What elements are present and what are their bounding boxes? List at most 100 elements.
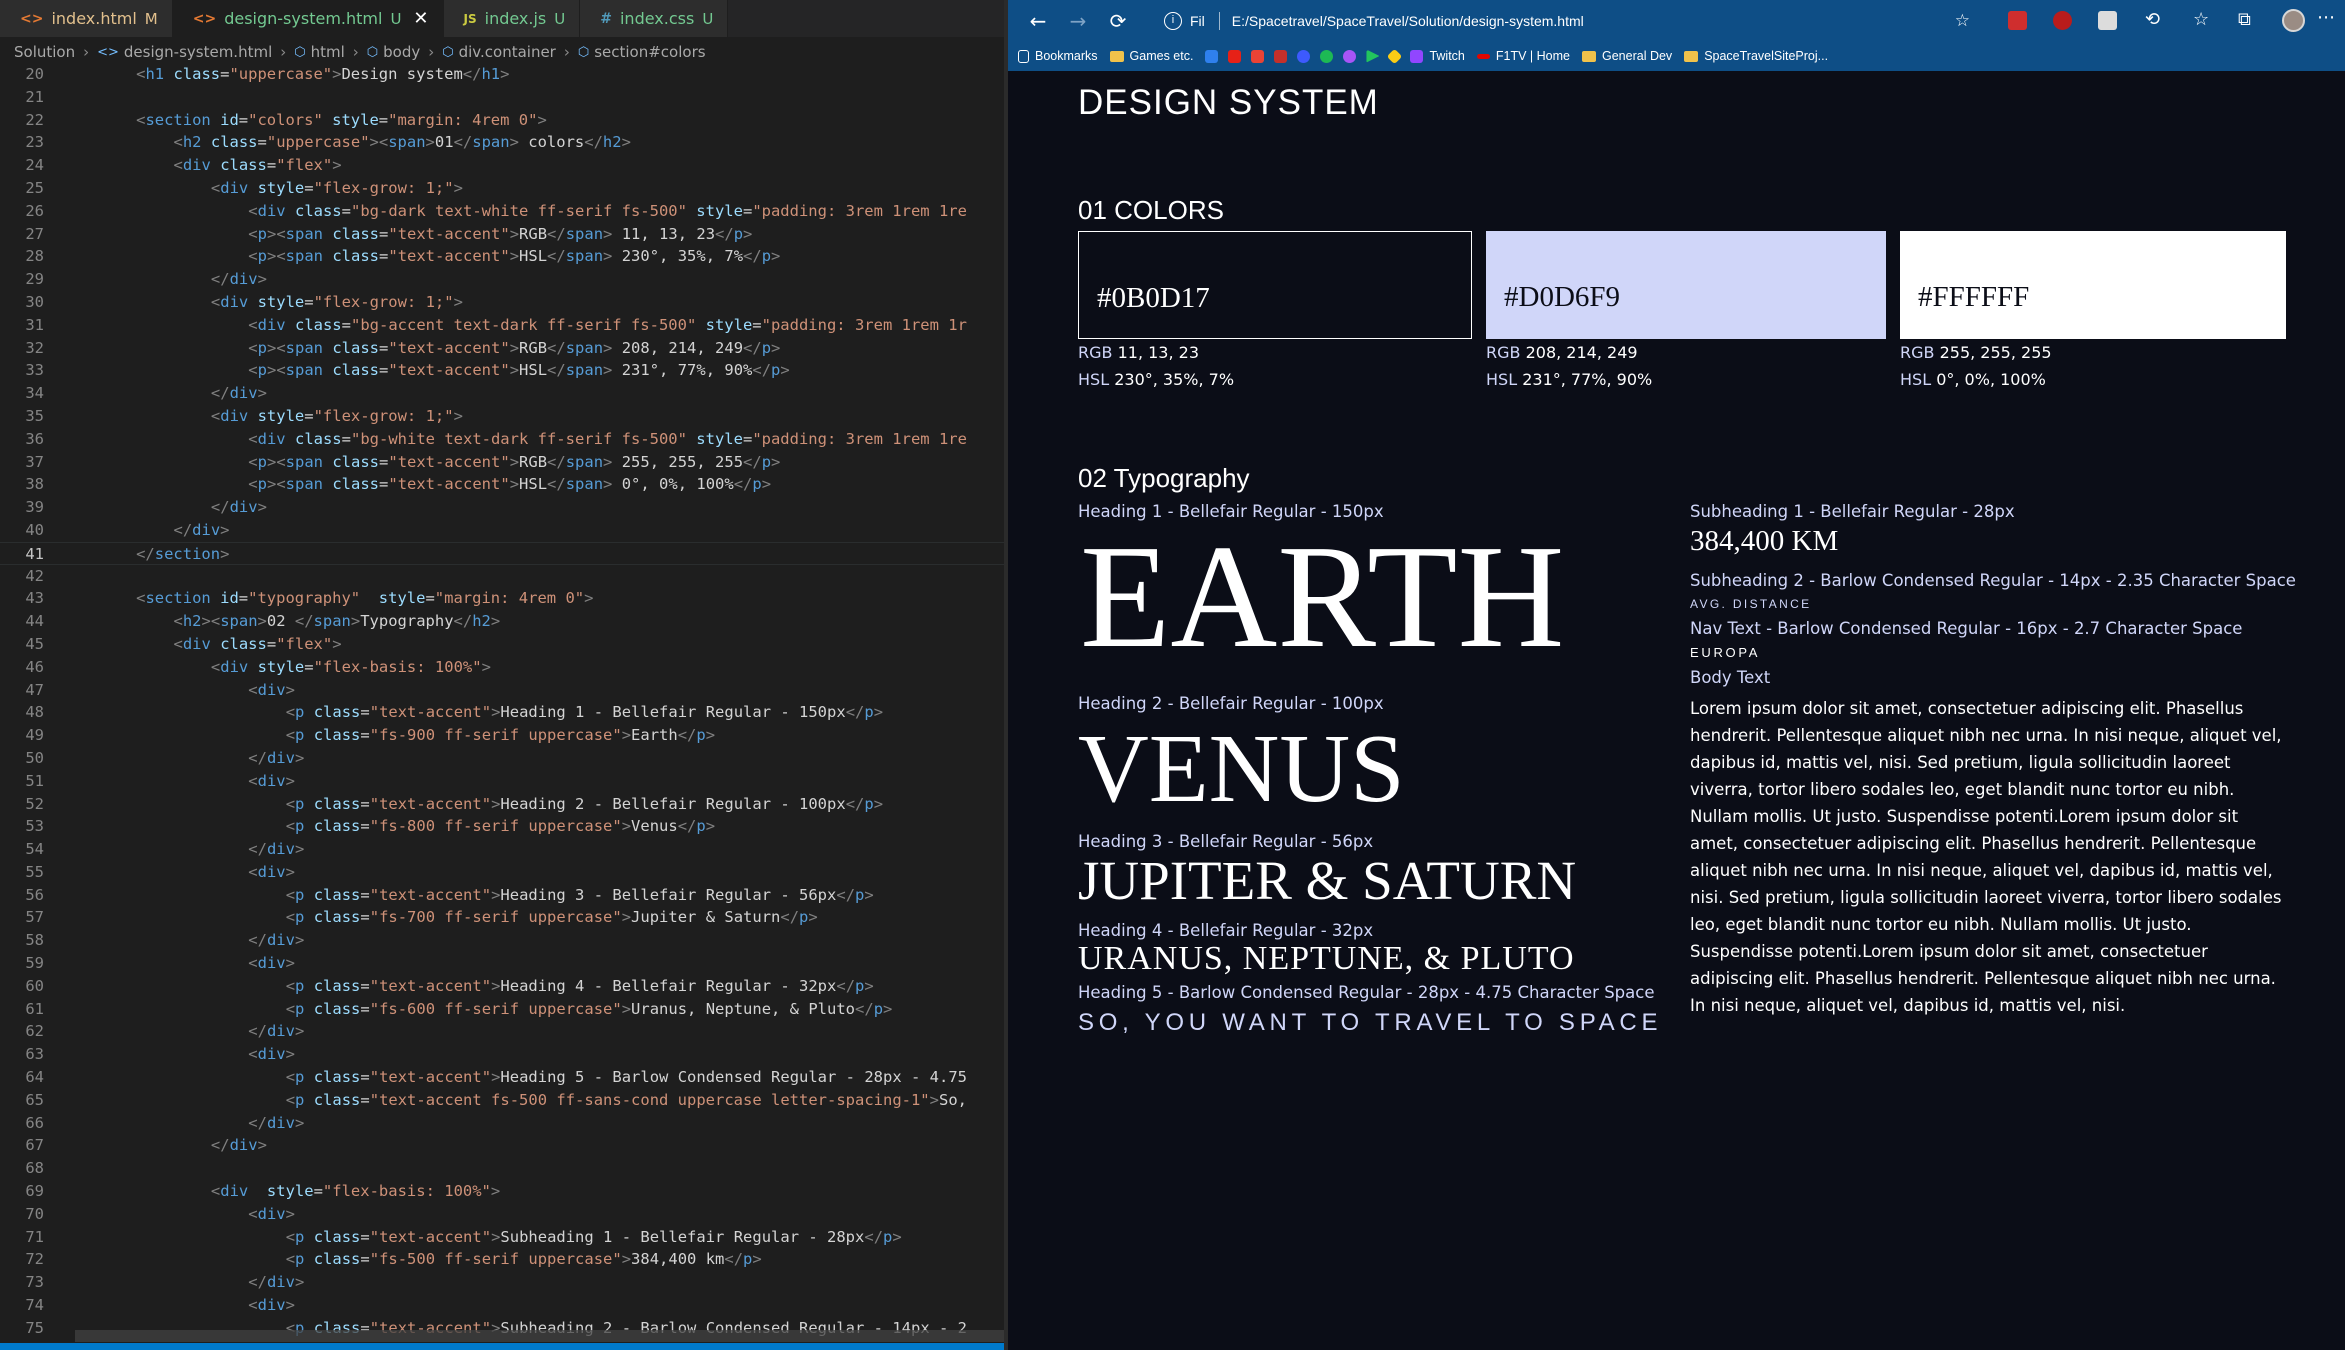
code-line[interactable]: 27 <p><span class="text-accent">RGB</span… [0, 223, 1004, 246]
code-line[interactable]: 55 <div> [0, 861, 1004, 884]
code-line[interactable]: 50 </div> [0, 747, 1004, 770]
onedrive-icon[interactable] [1205, 49, 1219, 63]
code-line[interactable]: 69 <div style="flex-basis: 100%"> [0, 1180, 1004, 1203]
close-icon[interactable]: ✕ [413, 8, 428, 29]
code-line[interactable]: 34 </div> [0, 382, 1004, 405]
code-area[interactable]: 20 <h1 class="uppercase">Design system</h… [0, 63, 1004, 1343]
code-line[interactable]: 66 </div> [0, 1112, 1004, 1135]
code-line[interactable]: 53 <p class="fs-800 ff-serif uppercase">V… [0, 815, 1004, 838]
bookmark-folder-general-dev[interactable]: General Dev [1582, 49, 1672, 63]
breadcrumb-item[interactable]: design-system.html [124, 43, 272, 61]
youtube-icon[interactable] [1228, 49, 1242, 63]
code-line[interactable]: 38 <p><span class="text-accent">HSL</span… [0, 473, 1004, 496]
breadcrumb-item[interactable]: Solution [14, 43, 75, 61]
breadcrumb-item[interactable]: div.container [459, 43, 556, 61]
extension-icon[interactable] [2098, 11, 2117, 30]
gmail-icon[interactable] [1251, 49, 1265, 63]
bookmark-site-icon[interactable] [1343, 49, 1357, 63]
code-line[interactable]: 22 <section id="colors" style="margin: 4r… [0, 109, 1004, 132]
extension-icon[interactable] [2008, 11, 2027, 30]
more-options-icon[interactable]: ⋯ [2317, 7, 2335, 28]
code-line[interactable]: 47 <div> [0, 679, 1004, 702]
info-icon[interactable]: i [1164, 11, 1182, 30]
code-line[interactable]: 29 </div> [0, 268, 1004, 291]
code-line[interactable]: 68 [0, 1157, 1004, 1180]
code-line[interactable]: 25 <div style="flex-grow: 1;"> [0, 177, 1004, 200]
code-line[interactable]: 63 <div> [0, 1043, 1004, 1066]
code-line[interactable]: 43 <section id="typography" style="margin… [0, 587, 1004, 610]
code-line[interactable]: 62 </div> [0, 1020, 1004, 1043]
code-line[interactable]: 45 <div class="flex"> [0, 633, 1004, 656]
code-line[interactable]: 73 </div> [0, 1271, 1004, 1294]
tab-index-html[interactable]: <> index.html M [0, 0, 173, 37]
forward-arrow-icon[interactable]: → [1058, 9, 1098, 33]
code-line[interactable]: 35 <div style="flex-grow: 1;"> [0, 405, 1004, 428]
code-line[interactable]: 65 <p class="text-accent fs-500 ff-sans-c… [0, 1089, 1004, 1112]
favorites-icon[interactable]: ☆ [2193, 9, 2209, 30]
avatar[interactable] [2282, 9, 2305, 32]
ublock-extension-icon[interactable] [2053, 11, 2072, 30]
code-line[interactable]: 39 </div> [0, 496, 1004, 519]
code-line[interactable]: 41 </section> [0, 541, 1004, 565]
code-line[interactable]: 23 <h2 class="uppercase"><span>01</span> … [0, 131, 1004, 154]
code-line[interactable]: 36 <div class="bg-white text-dark ff-seri… [0, 428, 1004, 451]
code-line[interactable]: 40 </div> [0, 519, 1004, 542]
code-line[interactable]: 48 <p class="text-accent">Heading 1 - Bel… [0, 701, 1004, 724]
play-icon[interactable] [1366, 49, 1380, 63]
code-line[interactable]: 71 <p class="text-accent">Subheading 1 - … [0, 1226, 1004, 1249]
horizontal-scrollbar[interactable] [75, 1330, 1004, 1342]
code-line[interactable]: 46 <div style="flex-basis: 100%"> [0, 656, 1004, 679]
reload-icon[interactable]: ⟳ [1098, 9, 1138, 33]
code-line[interactable]: 52 <p class="text-accent">Heading 2 - Bel… [0, 793, 1004, 816]
code-line[interactable]: 58 </div> [0, 929, 1004, 952]
code-line[interactable]: 60 <p class="text-accent">Heading 4 - Bel… [0, 975, 1004, 998]
bookmark-f1tv[interactable]: F1TV | Home [1476, 49, 1570, 63]
code-line[interactable]: 21 [0, 86, 1004, 109]
breadcrumb-item[interactable]: body [383, 43, 420, 61]
bookmark-site-icon[interactable] [1274, 49, 1288, 63]
code-line[interactable]: 51 <div> [0, 770, 1004, 793]
bookmark-folder-spacetravel[interactable]: SpaceTravelSiteProj... [1684, 49, 1828, 63]
bookmark-folder-games[interactable]: Games etc. [1109, 49, 1193, 63]
code-line[interactable]: 20 <h1 class="uppercase">Design system</h… [0, 63, 1004, 86]
code-line[interactable]: 54 </div> [0, 838, 1004, 861]
breadcrumb-item[interactable]: html [311, 43, 345, 61]
code-line[interactable]: 64 <p class="text-accent">Heading 5 - Bar… [0, 1066, 1004, 1089]
code-line[interactable]: 49 <p class="fs-900 ff-serif uppercase">E… [0, 724, 1004, 747]
code-line[interactable]: 59 <div> [0, 952, 1004, 975]
breadcrumb-item[interactable]: section#colors [594, 43, 705, 61]
code-line[interactable]: 37 <p><span class="text-accent">RGB</span… [0, 451, 1004, 474]
code-line[interactable]: 70 <div> [0, 1203, 1004, 1226]
tab-index-js[interactable]: JS index.js U [443, 0, 581, 37]
code-line[interactable]: 67 </div> [0, 1134, 1004, 1157]
code-line[interactable]: 56 <p class="text-accent">Heading 3 - Bel… [0, 884, 1004, 907]
bookmark-site-icon[interactable] [1297, 49, 1311, 63]
code-line[interactable]: 24 <div class="flex"> [0, 154, 1004, 177]
code-line[interactable]: 26 <div class="bg-dark text-white ff-seri… [0, 200, 1004, 223]
tab-design-system-html[interactable]: <> design-system.html U ✕ [172, 0, 444, 37]
code-line[interactable]: 44 <h2><span>02 </span>Typography</h2> [0, 610, 1004, 633]
code-line[interactable]: 61 <p class="fs-600 ff-serif uppercase">U… [0, 998, 1004, 1021]
code-line[interactable]: 57 <p class="fs-700 ff-serif uppercase">J… [0, 906, 1004, 929]
code-text: </div> [173, 520, 230, 539]
add-favorite-icon[interactable]: ☆ [1955, 11, 1970, 31]
code-line[interactable]: 72 <p class="fs-500 ff-serif uppercase">3… [0, 1248, 1004, 1271]
back-arrow-icon[interactable]: ← [1018, 9, 1058, 33]
code-line[interactable]: 31 <div class="bg-accent text-dark ff-ser… [0, 314, 1004, 337]
code-line[interactable]: 28 <p><span class="text-accent">HSL</span… [0, 245, 1004, 268]
bookmark-site-icon[interactable] [1387, 48, 1403, 64]
code-text: <div> [248, 680, 295, 699]
sync-icon[interactable]: ⟲ [2145, 9, 2160, 30]
code-line[interactable]: 74 <div> [0, 1294, 1004, 1317]
bookmarks-button[interactable]: Bookmarks [1018, 49, 1098, 63]
code-line[interactable]: 42 [0, 565, 1004, 588]
bookmark-twitch[interactable]: Twitch [1410, 49, 1465, 63]
spotify-icon[interactable] [1320, 49, 1334, 63]
code-line[interactable]: 30 <div style="flex-grow: 1;"> [0, 291, 1004, 314]
url-text[interactable]: E:/Spacetravel/SpaceTravel/Solution/desi… [1232, 13, 1584, 29]
address-bar[interactable]: i Fil E:/Spacetravel/SpaceTravel/Solutio… [1156, 5, 1976, 36]
collections-icon[interactable]: ⧉ [2238, 9, 2251, 30]
tab-index-css[interactable]: # index.css U [580, 0, 729, 37]
code-line[interactable]: 32 <p><span class="text-accent">RGB</span… [0, 337, 1004, 360]
code-line[interactable]: 33 <p><span class="text-accent">HSL</span… [0, 359, 1004, 382]
